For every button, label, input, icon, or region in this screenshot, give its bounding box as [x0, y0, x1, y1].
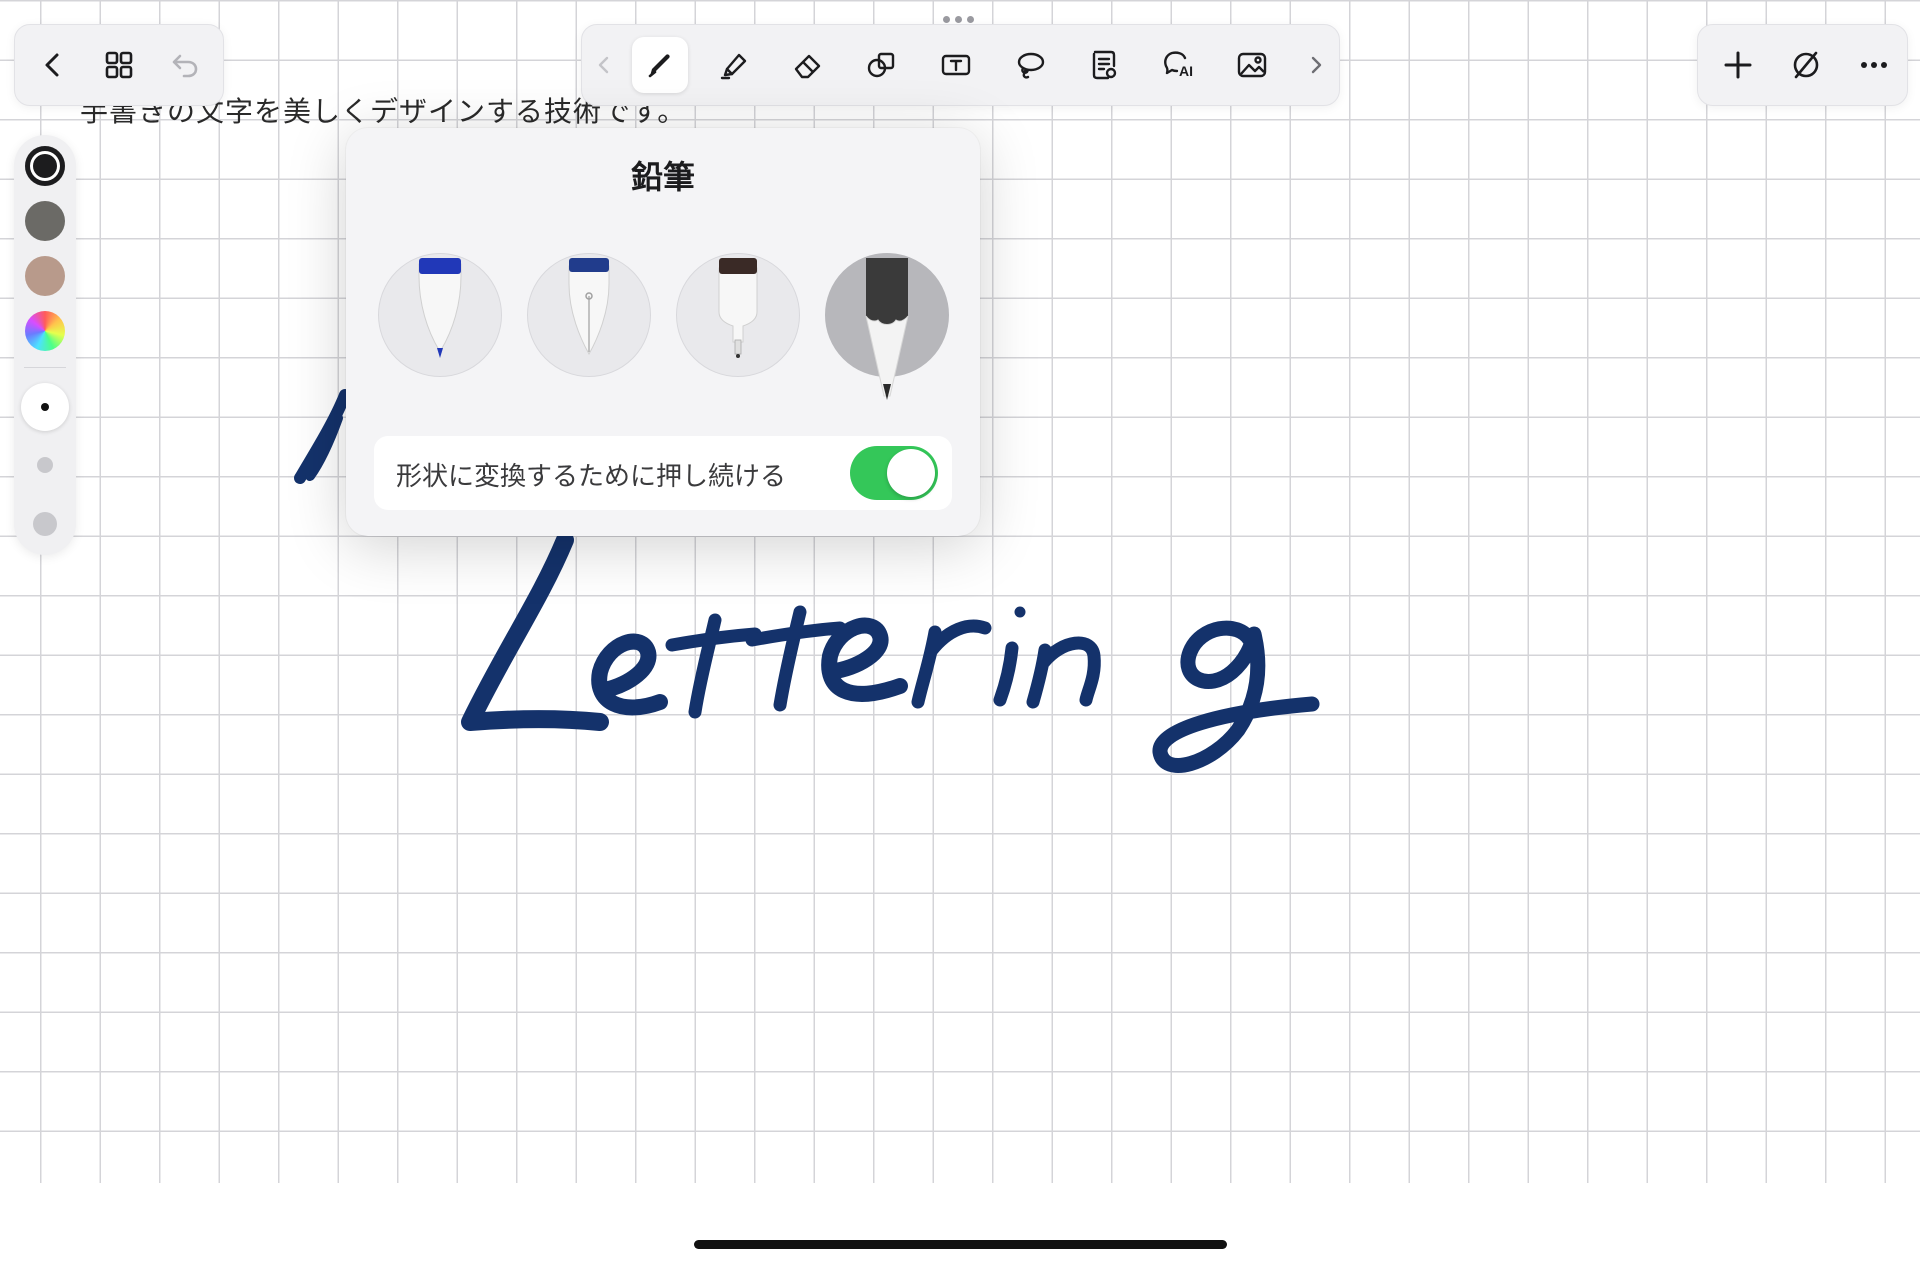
size-medium[interactable] — [37, 457, 53, 473]
color-swatch-black[interactable] — [25, 146, 65, 186]
sticker-tool-button[interactable] — [1076, 37, 1132, 93]
chevron-right-icon — [1311, 56, 1322, 74]
eraser-icon — [794, 54, 821, 79]
shape-convert-setting-row: 形状に変換するために押し続ける — [374, 436, 952, 510]
add-page-button[interactable] — [1710, 37, 1766, 93]
shapes-tool-button[interactable] — [854, 37, 910, 93]
more-options-button[interactable] — [1846, 37, 1902, 93]
highlighter-tool-button[interactable] — [706, 37, 762, 93]
pen-type-fountain[interactable] — [527, 253, 651, 377]
image-tool-button[interactable] — [1224, 37, 1280, 93]
chevron-left-icon — [598, 56, 609, 74]
grid-view-button[interactable] — [91, 37, 147, 93]
size-small-dot — [41, 403, 49, 411]
eraser-tool-button[interactable] — [780, 37, 836, 93]
ai-assistant-button[interactable]: AI — [1150, 37, 1206, 93]
color-swatch-gray[interactable] — [25, 201, 65, 241]
slash-circle-icon — [1793, 51, 1819, 79]
pen-type-popover: 鉛筆 形状に変換するために押し続ける — [346, 128, 980, 536]
size-small-selected[interactable] — [21, 383, 69, 431]
pencil-icon — [865, 258, 909, 400]
toggle-knob — [887, 449, 935, 497]
top-right-toolbar — [1697, 24, 1908, 106]
canvas-footer — [0, 1183, 1920, 1261]
plus-icon — [1724, 51, 1752, 79]
ellipsis-icon — [1861, 62, 1887, 68]
ai-bubble-icon: AI — [1164, 51, 1193, 79]
main-toolbar: AI — [581, 24, 1340, 106]
document-icon — [1092, 50, 1117, 80]
shape-convert-label: 形状に変換するために押し続ける — [396, 462, 787, 492]
image-icon — [1237, 52, 1267, 78]
toolbar-scroll-right-button[interactable] — [1298, 37, 1334, 93]
color-size-palette — [14, 135, 76, 555]
fineliner-pen-icon — [718, 258, 758, 358]
color-picker-rainbow[interactable] — [25, 311, 65, 351]
pen-tool-button[interactable] — [632, 37, 688, 93]
chevron-left-icon — [45, 53, 59, 77]
undo-button[interactable] — [157, 37, 213, 93]
pen-type-pencil-selected[interactable] — [825, 253, 949, 400]
pen-icon — [648, 54, 670, 78]
fountain-pen-icon — [568, 258, 610, 356]
palette-divider — [24, 367, 66, 368]
highlighter-icon — [720, 53, 747, 80]
text-box-icon — [941, 54, 971, 76]
ballpoint-pen-icon — [418, 258, 462, 358]
color-swatch-beige[interactable] — [25, 256, 65, 296]
text-box-tool-button[interactable] — [928, 37, 984, 93]
ai-label: AI — [1179, 63, 1193, 79]
home-indicator[interactable] — [694, 1240, 1227, 1249]
shapes-icon — [867, 52, 895, 78]
back-button[interactable] — [25, 37, 81, 93]
popover-title: 鉛筆 — [630, 158, 695, 196]
toolbar-scroll-left-button[interactable] — [586, 37, 622, 93]
lasso-tool-button[interactable] — [1002, 37, 1058, 93]
top-left-toolbar — [14, 24, 224, 106]
size-large[interactable] — [33, 512, 57, 536]
pen-type-ballpoint[interactable] — [378, 253, 502, 377]
undo-icon — [172, 54, 198, 78]
pen-type-fineliner[interactable] — [676, 253, 800, 377]
hide-toolbar-button[interactable] — [1778, 37, 1834, 93]
grid-icon — [105, 51, 133, 79]
lasso-icon — [1017, 52, 1045, 79]
shape-convert-toggle[interactable] — [850, 446, 938, 500]
